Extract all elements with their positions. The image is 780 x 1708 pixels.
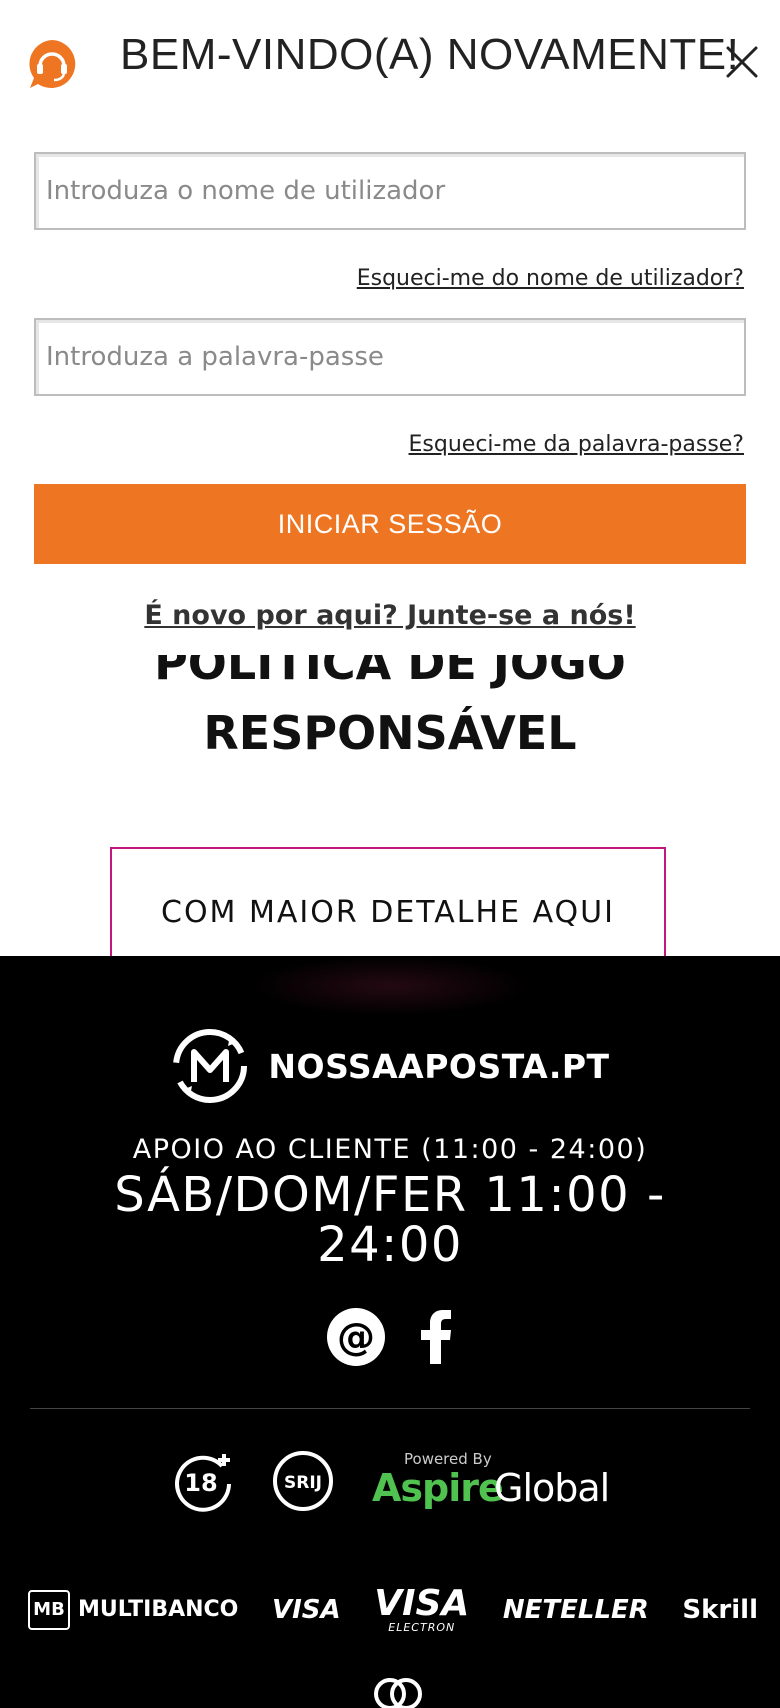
forgot-password-link[interactable]: Esqueci-me da palavra-passe? xyxy=(409,432,744,457)
email-icon[interactable]: @ xyxy=(327,1308,385,1366)
facebook-icon[interactable] xyxy=(419,1310,453,1364)
mastercard-icon xyxy=(374,1678,422,1708)
responsible-gaming-heading-line2: RESPONSÁVEL xyxy=(203,706,577,760)
svg-text:18: 18 xyxy=(184,1469,217,1497)
payment-methods: MB MULTIBANCO VISA VISA ELECTRON NETELLE… xyxy=(28,1586,758,1633)
forgot-username-link[interactable]: Esqueci-me do nome de utilizador? xyxy=(357,266,744,291)
brand-logo[interactable]: NOSSAAPOSTA.PT xyxy=(0,1026,780,1106)
aspire-global-logo: Powered By Aspire Global xyxy=(372,1450,610,1512)
mb-icon: MB xyxy=(28,1589,70,1630)
login-button[interactable]: INICIAR SESSÃO xyxy=(34,484,746,564)
login-modal: BEM-VINDO(A) NOVAMENTE! Esqueci-me do no… xyxy=(0,0,780,655)
modal-title: BEM-VINDO(A) NOVAMENTE! xyxy=(120,30,740,79)
multibanco-logo: MB MULTIBANCO xyxy=(28,1589,239,1630)
skrill-logo: Skrill xyxy=(682,1594,758,1625)
srij-icon: SRIJ xyxy=(273,1451,333,1511)
visa-electron-logo: VISA ELECTRON xyxy=(374,1583,470,1634)
username-input[interactable] xyxy=(34,152,746,230)
electron-label: ELECTRON xyxy=(388,1621,456,1634)
modal-header: BEM-VINDO(A) NOVAMENTE! xyxy=(0,0,780,118)
aspire-label: Aspire xyxy=(372,1466,504,1510)
footer: NOSSAAPOSTA.PT APOIO AO CLIENTE (11:00 -… xyxy=(0,956,780,1708)
svg-text:@: @ xyxy=(337,1315,375,1359)
multibanco-label: MULTIBANCO xyxy=(78,1597,239,1622)
headset-support-icon[interactable] xyxy=(26,38,78,90)
brand-icon xyxy=(173,1029,248,1103)
age-18-icon: 18 xyxy=(175,1454,231,1512)
footer-divider xyxy=(30,1408,750,1409)
social-links: @ xyxy=(0,1308,780,1366)
global-label: Global xyxy=(494,1466,610,1510)
svg-text:SRIJ: SRIJ xyxy=(284,1473,322,1493)
visa-electron-label: VISA xyxy=(374,1583,470,1624)
support-hours: SÁB/DOM/FER 11:00 - 24:00 xyxy=(114,1167,666,1273)
close-icon[interactable] xyxy=(724,44,760,80)
footer-glow xyxy=(250,956,530,1016)
password-input[interactable] xyxy=(34,318,746,396)
certification-badges: 18 SRIJ Powered By Aspire Global xyxy=(0,1450,780,1512)
support-label: APOIO AO CLIENTE (11:00 - 24:00) xyxy=(132,1134,648,1165)
signup-link[interactable]: É novo por aqui? Junte-se a nós! xyxy=(0,600,780,631)
brand-name: NOSSAAPOSTA.PT xyxy=(268,1046,610,1086)
visa-logo: VISA xyxy=(271,1594,341,1625)
responsible-gaming-heading-line1: POLÍTICA DE JOGO xyxy=(154,650,626,690)
neteller-logo: NETELLER xyxy=(502,1594,649,1625)
